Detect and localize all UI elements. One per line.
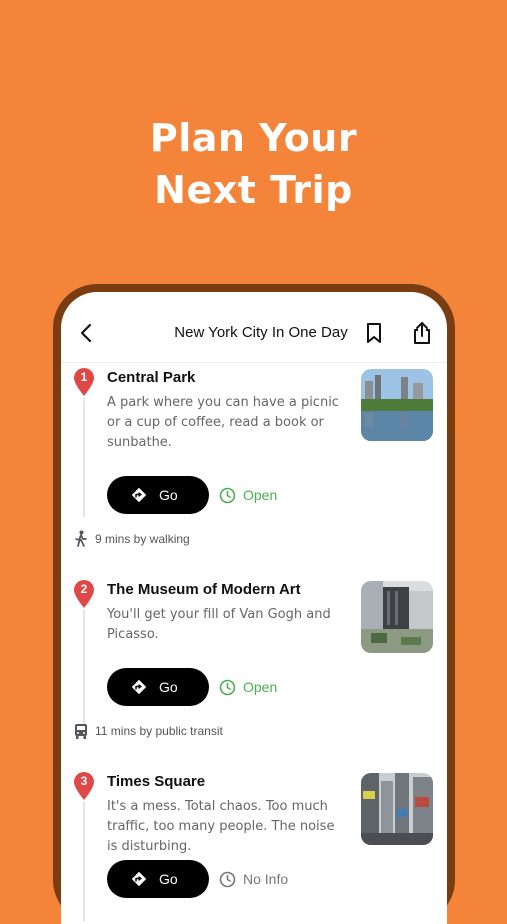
bookmark-button[interactable]: [365, 322, 383, 344]
directions-icon: [131, 487, 147, 503]
go-button[interactable]: Go: [107, 860, 209, 898]
stop-title[interactable]: Times Square: [107, 773, 205, 790]
stop-title[interactable]: Central Park: [107, 369, 195, 386]
map-pin-icon: 2: [73, 579, 95, 609]
directions-icon: [131, 679, 147, 695]
share-icon: [414, 322, 430, 344]
clock-icon: [219, 679, 236, 696]
transit-label: 9 mins by walking: [95, 532, 190, 546]
walking-icon: [75, 530, 87, 547]
share-button[interactable]: [412, 321, 432, 345]
go-label: Go: [159, 871, 178, 887]
stop-description: It's a mess. Total chaos. Too much traff…: [107, 799, 335, 854]
timeline-line: [83, 397, 85, 517]
stop-title[interactable]: The Museum of Modern Art: [107, 581, 301, 598]
bus-icon: [75, 724, 87, 739]
moma-photo[interactable]: [361, 581, 433, 653]
map-pin-icon: 3: [73, 771, 95, 801]
headline-line-1: Plan Your: [149, 116, 358, 160]
trip-title: New York City In One Day: [174, 324, 348, 341]
go-label: Go: [159, 679, 178, 695]
times-square-photo[interactable]: [361, 773, 433, 845]
status-label: No Info: [243, 871, 289, 887]
map-pin-icon: 1: [73, 367, 95, 397]
status-label: Open: [243, 487, 278, 503]
phone-frame: New York City In One Day 1 Central Park …: [53, 284, 455, 924]
timeline-line: [83, 801, 85, 921]
stop-number: 3: [80, 774, 88, 788]
headline-line-2: Next Trip: [154, 168, 353, 212]
itinerary-list: 1 Central Park A park where you can have…: [61, 363, 447, 924]
bookmark-icon: [367, 323, 381, 343]
nav-bar: New York City In One Day: [61, 292, 447, 363]
clock-icon: [219, 871, 236, 888]
back-button[interactable]: [77, 322, 97, 344]
go-button[interactable]: Go: [107, 476, 209, 514]
stop-description: You'll get your fill of Van Gogh and Pic…: [107, 607, 331, 642]
go-label: Go: [159, 487, 178, 503]
clock-icon: [219, 487, 236, 504]
stop-number: 1: [80, 370, 88, 384]
phone-screen: New York City In One Day 1 Central Park …: [61, 292, 447, 924]
central-park-photo[interactable]: [361, 369, 433, 441]
directions-icon: [131, 871, 147, 887]
transit-label: 11 mins by public transit: [95, 724, 223, 738]
go-button[interactable]: Go: [107, 668, 209, 706]
stop-description: A park where you can have a picnic or a …: [107, 395, 339, 450]
headline: Plan Your Next Trip: [0, 112, 507, 216]
chevron-left-icon: [80, 323, 92, 343]
timeline-line: [83, 609, 85, 729]
stop-number: 2: [80, 582, 88, 596]
status-label: Open: [243, 679, 278, 695]
